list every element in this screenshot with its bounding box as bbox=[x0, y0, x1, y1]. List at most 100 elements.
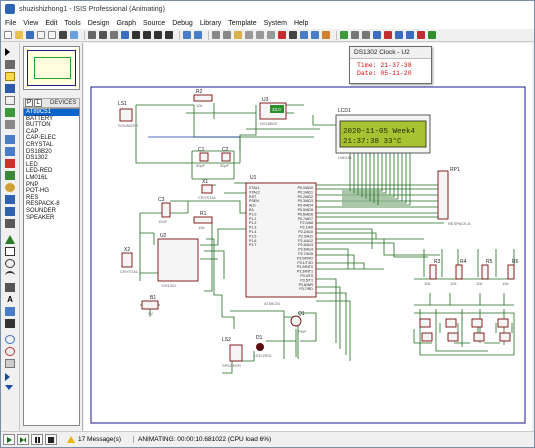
2d-path-icon[interactable] bbox=[5, 283, 15, 292]
terminal-icon[interactable] bbox=[5, 135, 15, 144]
button-5[interactable] bbox=[421, 332, 433, 342]
2d-line-icon[interactable] bbox=[5, 235, 15, 244]
menu-template[interactable]: Template bbox=[228, 20, 256, 27]
bus-icon[interactable] bbox=[5, 108, 15, 117]
device-item[interactable]: DS18B20 bbox=[24, 149, 79, 156]
lcd-module[interactable]: 2020-11-05 Week4 21:37:38 33°C bbox=[335, 114, 431, 154]
x-mirror-icon[interactable] bbox=[5, 373, 10, 381]
button-2[interactable] bbox=[445, 318, 457, 328]
menu-file[interactable]: File bbox=[5, 20, 16, 27]
tape-recorder-icon[interactable] bbox=[5, 171, 15, 180]
library-manager-button[interactable]: L bbox=[34, 99, 42, 107]
capacitor-c2[interactable] bbox=[221, 152, 231, 162]
message-count[interactable]: 17 Message(s) bbox=[67, 436, 121, 443]
2d-circle-icon[interactable] bbox=[5, 259, 15, 268]
device-item[interactable]: BUTTON bbox=[24, 122, 79, 129]
device-item[interactable]: CAP-ELEC bbox=[24, 135, 79, 142]
schematic-canvas[interactable]: 2020-11-05 Week4 21:37:38 33°C LS1 SOUND… bbox=[84, 43, 532, 431]
block-move-icon[interactable] bbox=[256, 31, 264, 39]
pan-icon[interactable] bbox=[121, 31, 129, 39]
junction-dot-icon[interactable] bbox=[5, 72, 15, 81]
paste-icon[interactable] bbox=[234, 31, 242, 39]
button-7[interactable] bbox=[473, 332, 485, 342]
pick-devices-button[interactable]: P bbox=[25, 99, 33, 107]
electrical-rule-check-icon[interactable] bbox=[417, 31, 425, 39]
pause-button[interactable] bbox=[31, 434, 43, 445]
resistor-r5[interactable] bbox=[481, 264, 489, 280]
capacitor-c1[interactable] bbox=[199, 152, 209, 162]
menu-library[interactable]: Library bbox=[200, 20, 221, 27]
import-icon[interactable] bbox=[37, 31, 45, 39]
cut-icon[interactable] bbox=[212, 31, 220, 39]
device-item[interactable]: CAP bbox=[24, 129, 79, 136]
button-8[interactable] bbox=[499, 332, 511, 342]
2d-arc-icon[interactable] bbox=[5, 271, 15, 280]
transistor-q1[interactable] bbox=[290, 315, 302, 327]
export-icon[interactable] bbox=[48, 31, 56, 39]
resistor-r3[interactable] bbox=[429, 264, 437, 280]
resistor-r1[interactable] bbox=[193, 216, 213, 224]
2d-symbol-icon[interactable] bbox=[5, 307, 15, 316]
2d-text-icon[interactable]: A bbox=[5, 295, 15, 304]
resistor-r2[interactable] bbox=[193, 94, 213, 102]
grid-icon[interactable] bbox=[99, 31, 107, 39]
menu-view[interactable]: View bbox=[23, 20, 38, 27]
crystal-x1[interactable] bbox=[201, 184, 213, 194]
zoom-in-icon[interactable] bbox=[132, 31, 140, 39]
respack-rp1[interactable] bbox=[437, 170, 449, 220]
block-rotate-icon[interactable] bbox=[267, 31, 275, 39]
search-tag-icon[interactable] bbox=[351, 31, 359, 39]
menu-edit[interactable]: Edit bbox=[45, 20, 57, 27]
menu-system[interactable]: System bbox=[264, 20, 287, 27]
subcircuit-icon[interactable] bbox=[5, 120, 15, 129]
origin-icon[interactable] bbox=[110, 31, 118, 39]
device-item[interactable]: SPEAKER bbox=[24, 215, 79, 222]
rotation-angle-field[interactable] bbox=[5, 359, 15, 368]
button-1[interactable] bbox=[419, 318, 431, 328]
zoom-out-icon[interactable] bbox=[143, 31, 151, 39]
device-pin-icon[interactable] bbox=[5, 147, 15, 156]
2d-box-icon[interactable] bbox=[5, 247, 15, 256]
menu-graph[interactable]: Graph bbox=[117, 20, 136, 27]
rotate-anticlockwise-icon[interactable] bbox=[5, 347, 15, 356]
device-item[interactable]: BATTERY bbox=[24, 116, 79, 123]
decompose-icon[interactable] bbox=[322, 31, 330, 39]
zoom-all-icon[interactable] bbox=[154, 31, 162, 39]
menu-source[interactable]: Source bbox=[143, 20, 165, 27]
block-copy-icon[interactable] bbox=[245, 31, 253, 39]
menu-debug[interactable]: Debug bbox=[172, 20, 193, 27]
device-item[interactable]: LM016L bbox=[24, 175, 79, 182]
undo-icon[interactable] bbox=[183, 31, 191, 39]
capacitor-c3[interactable] bbox=[161, 202, 171, 218]
netlist-to-ares-icon[interactable] bbox=[428, 31, 436, 39]
new-sheet-icon[interactable] bbox=[373, 31, 381, 39]
component-mode-icon[interactable] bbox=[5, 60, 15, 69]
wire-autorouter-icon[interactable] bbox=[340, 31, 348, 39]
wire-label-icon[interactable] bbox=[5, 84, 15, 93]
open-folder-icon[interactable] bbox=[15, 31, 23, 39]
device-item[interactable]: SOUNDER bbox=[24, 208, 79, 215]
new-file-icon[interactable] bbox=[4, 31, 12, 39]
redraw-icon[interactable] bbox=[88, 31, 96, 39]
exit-to-parent-icon[interactable] bbox=[395, 31, 403, 39]
selection-mode-icon[interactable] bbox=[5, 48, 10, 56]
button-4[interactable] bbox=[497, 318, 509, 328]
y-mirror-icon[interactable] bbox=[5, 385, 13, 390]
graph-icon[interactable] bbox=[5, 159, 15, 168]
device-item[interactable]: LED bbox=[24, 162, 79, 169]
overview-window[interactable] bbox=[23, 46, 80, 90]
menu-help[interactable]: Help bbox=[294, 20, 308, 27]
save-icon[interactable] bbox=[26, 31, 34, 39]
rtc-u2[interactable] bbox=[157, 238, 199, 282]
block-delete-icon[interactable] bbox=[278, 31, 286, 39]
device-item[interactable]: POT-HG bbox=[24, 188, 79, 195]
zoom-area-icon[interactable] bbox=[165, 31, 173, 39]
package-tool-icon[interactable] bbox=[311, 31, 319, 39]
bill-of-materials-icon[interactable] bbox=[406, 31, 414, 39]
remove-sheet-icon[interactable] bbox=[384, 31, 392, 39]
step-button[interactable] bbox=[17, 434, 29, 445]
device-item[interactable]: DS1302 bbox=[24, 155, 79, 162]
rotate-clockwise-icon[interactable] bbox=[5, 335, 15, 344]
device-item[interactable]: CRYSTAL bbox=[24, 142, 79, 149]
play-button[interactable] bbox=[3, 434, 15, 445]
